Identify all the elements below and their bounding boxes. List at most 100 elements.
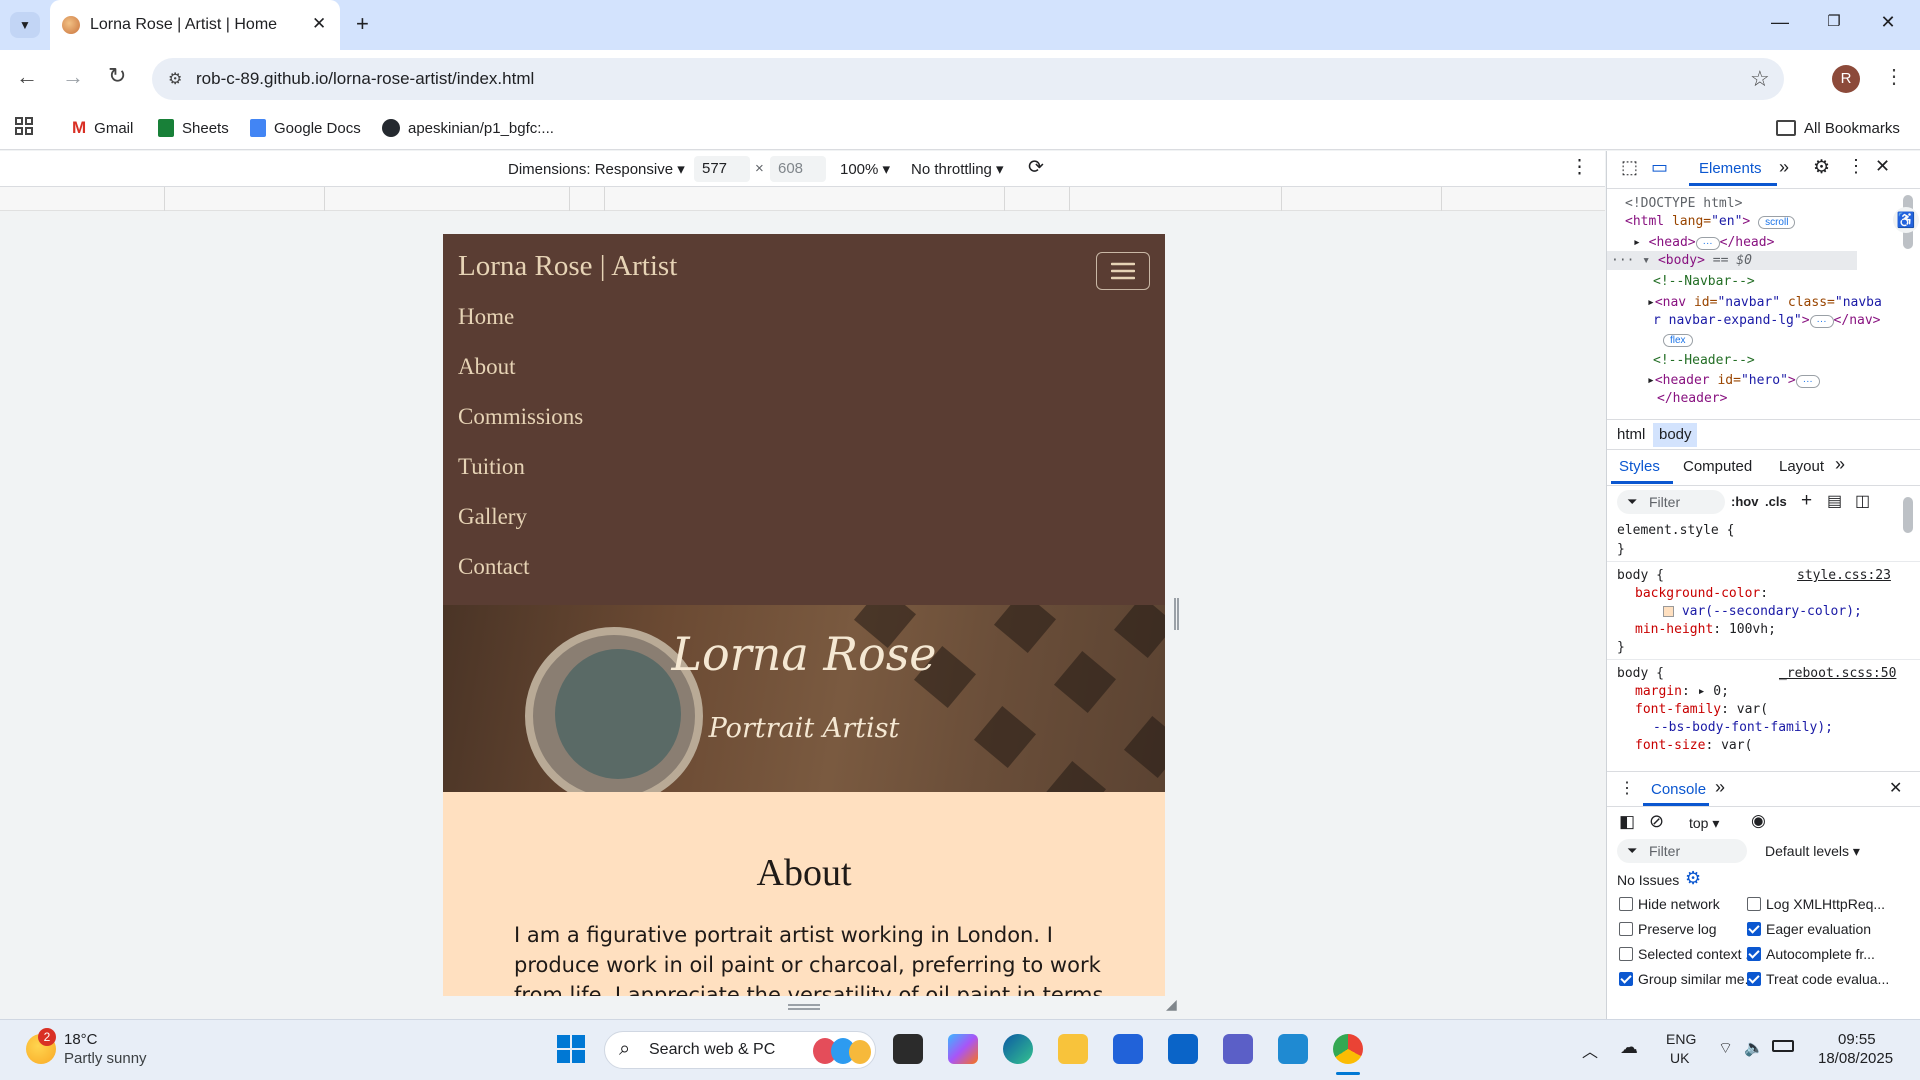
menu-dots-icon[interactable]: ⋮ xyxy=(1884,64,1904,89)
console-sidebar-icon[interactable]: ◧ xyxy=(1619,812,1635,832)
dom-doctype[interactable]: <!DOCTYPE html> xyxy=(1625,196,1742,211)
edge-icon[interactable] xyxy=(1003,1034,1033,1064)
volume-icon[interactable]: 🔈 xyxy=(1744,1038,1764,1058)
console-filter[interactable]: ⏷ Filter xyxy=(1617,839,1747,863)
windows-start-icon[interactable] xyxy=(556,1034,586,1064)
val-bg[interactable]: var(--secondary-color); xyxy=(1663,604,1862,619)
profile-avatar[interactable]: R xyxy=(1832,65,1860,93)
nav-link-about[interactable]: About xyxy=(458,354,516,380)
breadcrumb-html[interactable]: html xyxy=(1617,426,1645,443)
bookmark-star-icon[interactable]: ☆ xyxy=(1750,66,1770,92)
nav-link-home[interactable]: Home xyxy=(458,304,514,330)
console-settings-icon[interactable]: ⚙ xyxy=(1685,868,1701,889)
tab-elements[interactable]: Elements xyxy=(1699,160,1762,177)
bookmark-github[interactable]: apeskinian/p1_bgfc:... xyxy=(382,116,554,140)
close-devtools-icon[interactable]: ✕ xyxy=(1875,156,1890,177)
taskbar-search[interactable]: ⌕ Search web & PC xyxy=(604,1031,876,1069)
zoom-dropdown[interactable]: 100% ▾ xyxy=(840,160,890,178)
source-link-1[interactable]: style.css:23 xyxy=(1797,568,1891,583)
dom-comment-navbar[interactable]: <!--Navbar--> xyxy=(1653,274,1755,289)
nav-link-gallery[interactable]: Gallery xyxy=(458,504,527,530)
prop-fs[interactable]: font-size: var( xyxy=(1635,738,1752,753)
resize-corner-icon[interactable]: ◢ xyxy=(1166,996,1177,1013)
dom-html[interactable]: <html lang="en"> scroll xyxy=(1625,214,1796,229)
all-bookmarks[interactable]: All Bookmarks xyxy=(1776,116,1900,140)
navbar-toggler[interactable] xyxy=(1096,252,1150,290)
tab-console[interactable]: Console xyxy=(1651,781,1706,798)
settings-gear-icon[interactable]: ⚙ xyxy=(1813,156,1830,179)
close-window-icon[interactable]: ✕ xyxy=(1876,12,1900,36)
outlook-icon[interactable] xyxy=(1168,1034,1198,1064)
lang-eng[interactable]: ENG xyxy=(1666,1031,1696,1047)
more-style-tabs-icon[interactable]: » xyxy=(1835,454,1845,475)
hov-toggle[interactable]: :hov xyxy=(1731,494,1758,509)
close-tab-icon[interactable]: ✕ xyxy=(312,14,326,34)
page-resize-strip[interactable] xyxy=(443,996,1165,1019)
dom-flex-badge[interactable]: flex xyxy=(1663,332,1693,347)
battery-icon[interactable] xyxy=(1772,1040,1794,1052)
dom-body[interactable]: ··· ▾ <body> == $0 xyxy=(1611,253,1752,268)
rule-body-1[interactable]: body { xyxy=(1617,568,1664,583)
live-expression-eye-icon[interactable]: ◉ xyxy=(1751,811,1766,831)
checkbox-preserve-log[interactable] xyxy=(1619,922,1633,936)
rule-element-style[interactable]: element.style { xyxy=(1617,523,1734,538)
bookmark-docs[interactable]: Google Docs xyxy=(250,116,361,140)
new-tab-icon[interactable]: + xyxy=(356,11,369,37)
breadcrumb-body[interactable]: body xyxy=(1659,426,1692,443)
site-info-icon[interactable]: ⚙ xyxy=(168,69,182,89)
address-bar[interactable]: ⚙ rob-c-89.github.io/lorna-rose-artist/i… xyxy=(152,58,1784,100)
device-more-icon[interactable]: ⋮ xyxy=(1570,156,1589,179)
reload-icon[interactable]: ↻ xyxy=(108,63,126,89)
drawer-menu-icon[interactable]: ⋮ xyxy=(1619,778,1635,798)
bookmark-gmail[interactable]: M Gmail xyxy=(72,116,133,140)
nav-link-tuition[interactable]: Tuition xyxy=(458,454,525,480)
clock-time[interactable]: 09:55 xyxy=(1838,1031,1876,1048)
nav-link-commissions[interactable]: Commissions xyxy=(458,404,583,430)
restore-icon[interactable]: ❐ xyxy=(1822,12,1846,36)
checkbox-autocomplete[interactable] xyxy=(1747,947,1761,961)
checkbox-group-similar[interactable] xyxy=(1619,972,1633,986)
checkbox-log-xhr[interactable] xyxy=(1747,897,1761,911)
dom-head[interactable]: ▸ <head> ··· </head> xyxy=(1633,235,1774,250)
dimensions-dropdown[interactable]: Dimensions: Responsive ▾ xyxy=(508,160,685,178)
device-toggle-icon[interactable]: ▭ xyxy=(1651,157,1668,178)
clock-date[interactable]: 18/08/2025 xyxy=(1818,1050,1893,1067)
bookmark-sheets[interactable]: Sheets xyxy=(158,116,229,140)
cloud-icon[interactable]: ☁ xyxy=(1620,1037,1638,1058)
add-rule-icon[interactable]: + xyxy=(1801,490,1812,512)
dom-comment-header[interactable]: <!--Header--> xyxy=(1653,353,1755,368)
apps-grid-icon[interactable] xyxy=(14,116,34,136)
vscode-icon[interactable] xyxy=(1278,1034,1308,1064)
height-input[interactable]: 608 xyxy=(770,156,826,182)
task-view-icon[interactable] xyxy=(893,1034,923,1064)
clear-console-icon[interactable]: ⊘ xyxy=(1649,811,1664,832)
prop-bg[interactable]: background-color: xyxy=(1635,586,1768,601)
media-query-ruler[interactable] xyxy=(0,187,1605,211)
styles-scrollbar[interactable] xyxy=(1903,497,1913,533)
copilot-icon[interactable] xyxy=(948,1034,978,1064)
drawer-more-icon[interactable]: » xyxy=(1715,777,1725,798)
tab-layout[interactable]: Layout xyxy=(1779,458,1824,475)
checkbox-treat-code[interactable] xyxy=(1747,972,1761,986)
file-explorer-icon[interactable] xyxy=(1058,1034,1088,1064)
accessibility-icon[interactable]: ♿ xyxy=(1893,207,1919,233)
prop-margin[interactable]: margin: ▸ 0; xyxy=(1635,684,1729,699)
weather-text[interactable]: Partly sunny xyxy=(64,1050,147,1067)
back-icon[interactable]: ← xyxy=(16,64,38,90)
temperature[interactable]: 18°C xyxy=(64,1031,98,1048)
url-text[interactable]: rob-c-89.github.io/lorna-rose-artist/ind… xyxy=(196,69,534,89)
tray-chevron-up-icon[interactable]: ︿ xyxy=(1582,1038,1598,1062)
chrome-icon[interactable] xyxy=(1333,1034,1363,1064)
page-width-handle[interactable] xyxy=(1174,598,1179,630)
sidebar-toggle-icon[interactable]: ◫ xyxy=(1855,491,1870,511)
wifi-icon[interactable]: ⌔ xyxy=(1718,1038,1733,1058)
no-issues[interactable]: No Issues xyxy=(1617,872,1679,888)
lang-uk[interactable]: UK xyxy=(1670,1050,1689,1066)
width-input[interactable]: 577 xyxy=(694,156,750,182)
prop-minh[interactable]: min-height: 100vh; xyxy=(1635,622,1776,637)
devtools-menu-icon[interactable]: ⋮ xyxy=(1847,156,1865,177)
prop-ff[interactable]: font-family: var( xyxy=(1635,702,1768,717)
more-tabs-icon[interactable]: » xyxy=(1779,157,1789,178)
rotate-icon[interactable]: ⟳ xyxy=(1028,156,1044,179)
minimize-icon[interactable]: — xyxy=(1768,12,1792,36)
